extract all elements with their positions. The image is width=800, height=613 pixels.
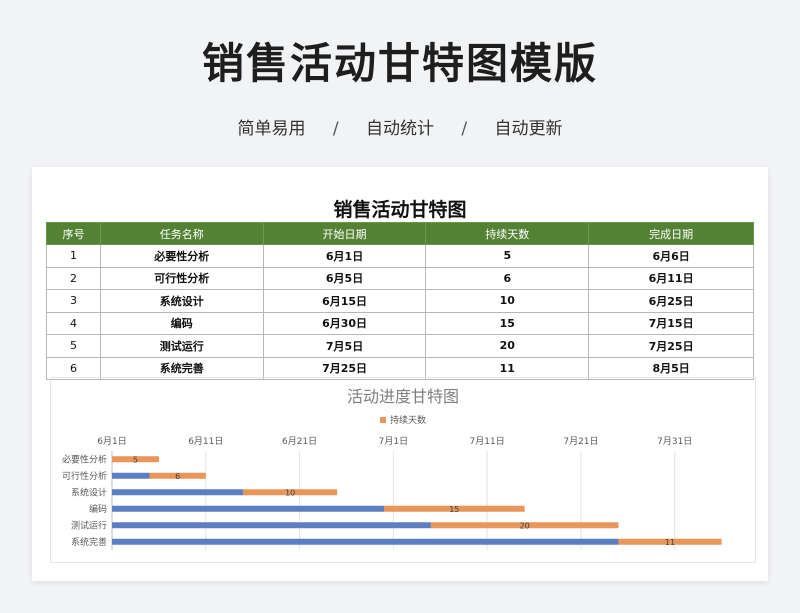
cell-task-name[interactable]: 测试运行: [99, 334, 264, 358]
start-bar: [112, 522, 431, 529]
cell-end-date[interactable]: 6月11日: [588, 266, 754, 290]
start-bar: [112, 489, 244, 496]
x-tick-label: 6月11日: [188, 436, 223, 447]
cell-index[interactable]: 4: [46, 311, 101, 335]
header-task-name[interactable]: 任务名称: [99, 222, 264, 245]
spreadsheet-card: 销售活动甘特图 序号 任务名称 开始日期 持续天数 完成日期 1 必要性分析 6月1…: [32, 167, 768, 581]
cell-duration[interactable]: 20: [425, 334, 590, 358]
cell-task-name[interactable]: 系统设计: [99, 289, 264, 313]
table-row: 1 必要性分析 6月1日 5 6月6日: [46, 244, 754, 268]
cell-start-date[interactable]: 6月15日: [262, 289, 427, 313]
table-row: 3 系统设计 6月15日 10 6月25日: [46, 289, 754, 313]
duration-data-label: 15: [449, 505, 459, 514]
y-tick-label: 必要性分析: [62, 453, 107, 465]
legend-label: 持续天数: [390, 414, 426, 426]
cell-task-name[interactable]: 编码: [99, 311, 264, 335]
duration-data-label: 20: [520, 521, 530, 530]
y-tick-label: 编码: [89, 503, 107, 515]
subtitle-separator: /: [461, 119, 468, 139]
start-bar: [112, 538, 619, 545]
sheet-title: 销售活动甘特图: [333, 199, 467, 221]
cell-index[interactable]: 2: [46, 266, 101, 290]
y-tick-label: 可行性分析: [62, 470, 107, 482]
cell-duration[interactable]: 10: [425, 289, 590, 313]
table-row: 2 可行性分析 6月5日 6 6月11日: [46, 266, 754, 290]
cell-end-date[interactable]: 7月15日: [588, 311, 754, 335]
chart-legend: 持续天数: [380, 414, 426, 426]
legend-swatch: [380, 417, 386, 423]
cell-index[interactable]: 3: [46, 289, 101, 313]
cell-start-date[interactable]: 6月30日: [262, 311, 427, 335]
x-tick-label: 6月1日: [97, 436, 126, 447]
cell-duration[interactable]: 5: [425, 244, 590, 268]
x-tick-label: 7月11日: [470, 436, 505, 447]
y-tick-label: 测试运行: [71, 519, 107, 531]
cell-index[interactable]: 1: [46, 244, 101, 268]
gantt-chart-svg: 活动进度甘特图 持续天数 6月1日 6月11日 6月21日 7月1日 7月11日 7月21…: [62, 387, 722, 550]
y-tick-label: 系统设计: [71, 486, 107, 498]
duration-data-label: 11: [665, 538, 675, 547]
duration-data-label: 6: [175, 472, 180, 481]
cell-index[interactable]: 5: [46, 334, 101, 358]
cell-duration[interactable]: 15: [425, 311, 590, 335]
subtitle-separator: /: [332, 119, 339, 139]
cell-end-date[interactable]: 7月25日: [588, 334, 754, 358]
duration-data-label: 10: [285, 488, 295, 497]
cell-start-date[interactable]: 6月1日: [262, 244, 427, 268]
page-title: 销售活动甘特图模版: [201, 39, 598, 88]
chart-title: 活动进度甘特图: [347, 387, 459, 406]
start-bar: [112, 472, 150, 479]
cell-duration[interactable]: 6: [425, 266, 590, 290]
x-tick-label: 7月21日: [563, 436, 598, 447]
subtitle-item: 简单易用: [237, 119, 306, 139]
cell-end-date[interactable]: 6月6日: [588, 244, 754, 268]
cell-end-date[interactable]: 6月25日: [588, 289, 754, 313]
table-row: 4 编码 6月30日 15 7月15日: [46, 311, 754, 335]
x-tick-label: 7月1日: [379, 436, 408, 447]
duration-data-label: 5: [133, 455, 138, 464]
header-index[interactable]: 序号: [46, 222, 101, 245]
task-table: 序号 任务名称 开始日期 持续天数 完成日期 1 必要性分析 6月1日 5 6月6日 2 可…: [46, 222, 754, 380]
subtitle-item: 自动更新: [494, 119, 563, 139]
start-bar: [112, 505, 384, 512]
y-tick-label: 系统完善: [71, 536, 107, 548]
table-row: 5 测试运行 7月5日 20 7月25日: [46, 334, 754, 358]
cell-start-date[interactable]: 6月5日: [262, 266, 427, 290]
header-end-date[interactable]: 完成日期: [588, 222, 754, 245]
cell-start-date[interactable]: 7月5日: [262, 334, 427, 358]
subtitle: 简单易用 / 自动统计 / 自动更新: [0, 114, 800, 139]
header-duration[interactable]: 持续天数: [425, 222, 590, 245]
header-start-date[interactable]: 开始日期: [262, 222, 427, 245]
x-tick-label: 6月21日: [282, 436, 317, 447]
table-header-row: 序号 任务名称 开始日期 持续天数 完成日期: [46, 222, 754, 245]
cell-task-name[interactable]: 可行性分析: [99, 266, 264, 290]
subtitle-item: 自动统计: [366, 119, 434, 139]
cell-task-name[interactable]: 必要性分析: [99, 244, 264, 268]
gantt-chart: 活动进度甘特图 持续天数 6月1日 6月11日 6月21日 7月1日 7月11日 7月21…: [50, 377, 756, 563]
x-tick-label: 7月31日: [657, 436, 692, 447]
